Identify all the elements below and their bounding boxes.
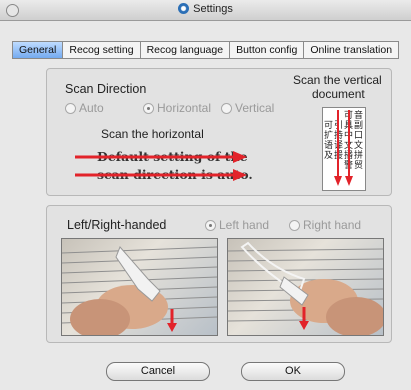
radio-left-hand[interactable]: Left hand [205,218,269,232]
vertical-scan-arrows [334,110,353,186]
radio-vertical-label: Vertical [235,101,275,115]
handedness-panel: Left/Right-handed Left hand Right hand [46,205,392,343]
radio-left-hand-dot [205,220,216,231]
vertical-sample: 音副口文拼贸 可具中文播警 引持译援 可扩语及 [322,107,366,191]
tab-button-config[interactable]: Button config [230,42,305,58]
radio-horizontal-label: Horizontal [157,101,212,115]
radio-horizontal[interactable]: Horizontal [143,101,211,115]
right-hand-photo [227,238,384,336]
left-hand-illustration [62,246,217,335]
window-title-text: Settings [193,3,233,15]
radio-auto-label: Auto [79,101,104,115]
horizontal-arrow-1 [75,151,247,163]
radio-vertical[interactable]: Vertical [221,101,274,115]
radio-auto-dot [65,103,76,114]
radio-right-hand-label: Right hand [303,218,362,232]
left-hand-photo [61,238,218,336]
handedness-title: Left/Right-handed [67,218,167,232]
tab-general[interactable]: General [13,42,64,58]
vertical-arrow-1 [345,110,353,186]
tab-recog-language[interactable]: Recog language [141,42,231,58]
ok-button[interactable]: OK [241,362,345,381]
right-hand-illustration [228,241,383,335]
vertical-arrow-2 [334,110,342,186]
radio-horizontal-dot [143,103,154,114]
title-bar: Settings [0,0,411,21]
radio-left-hand-label: Left hand [219,218,270,232]
scan-direction-panel: Scan Direction Auto Horizontal Vertical … [46,68,392,196]
tab-online-translation[interactable]: Online translation [304,42,398,58]
radio-right-hand[interactable]: Right hand [289,218,361,232]
tab-recog-setting[interactable]: Recog setting [63,42,141,58]
scan-horizontal-caption: Scan the horizontal [101,127,204,141]
horizontal-scan-arrows [75,151,247,181]
cancel-button[interactable]: Cancel [106,362,210,381]
radio-right-hand-dot [289,220,300,231]
horizontal-sample: Default setting of the scan direction is… [71,147,253,185]
horizontal-arrow-2 [75,169,247,181]
scan-vertical-caption-2: document [312,87,365,101]
settings-gear-icon [178,3,190,14]
radio-vertical-dot [221,103,232,114]
tab-bar: General Recog setting Recog language But… [12,41,400,59]
window-title: Settings [0,3,411,15]
radio-auto[interactable]: Auto [65,101,104,115]
scan-direction-title: Scan Direction [65,82,147,96]
scan-vertical-caption-1: Scan the vertical [293,73,382,87]
